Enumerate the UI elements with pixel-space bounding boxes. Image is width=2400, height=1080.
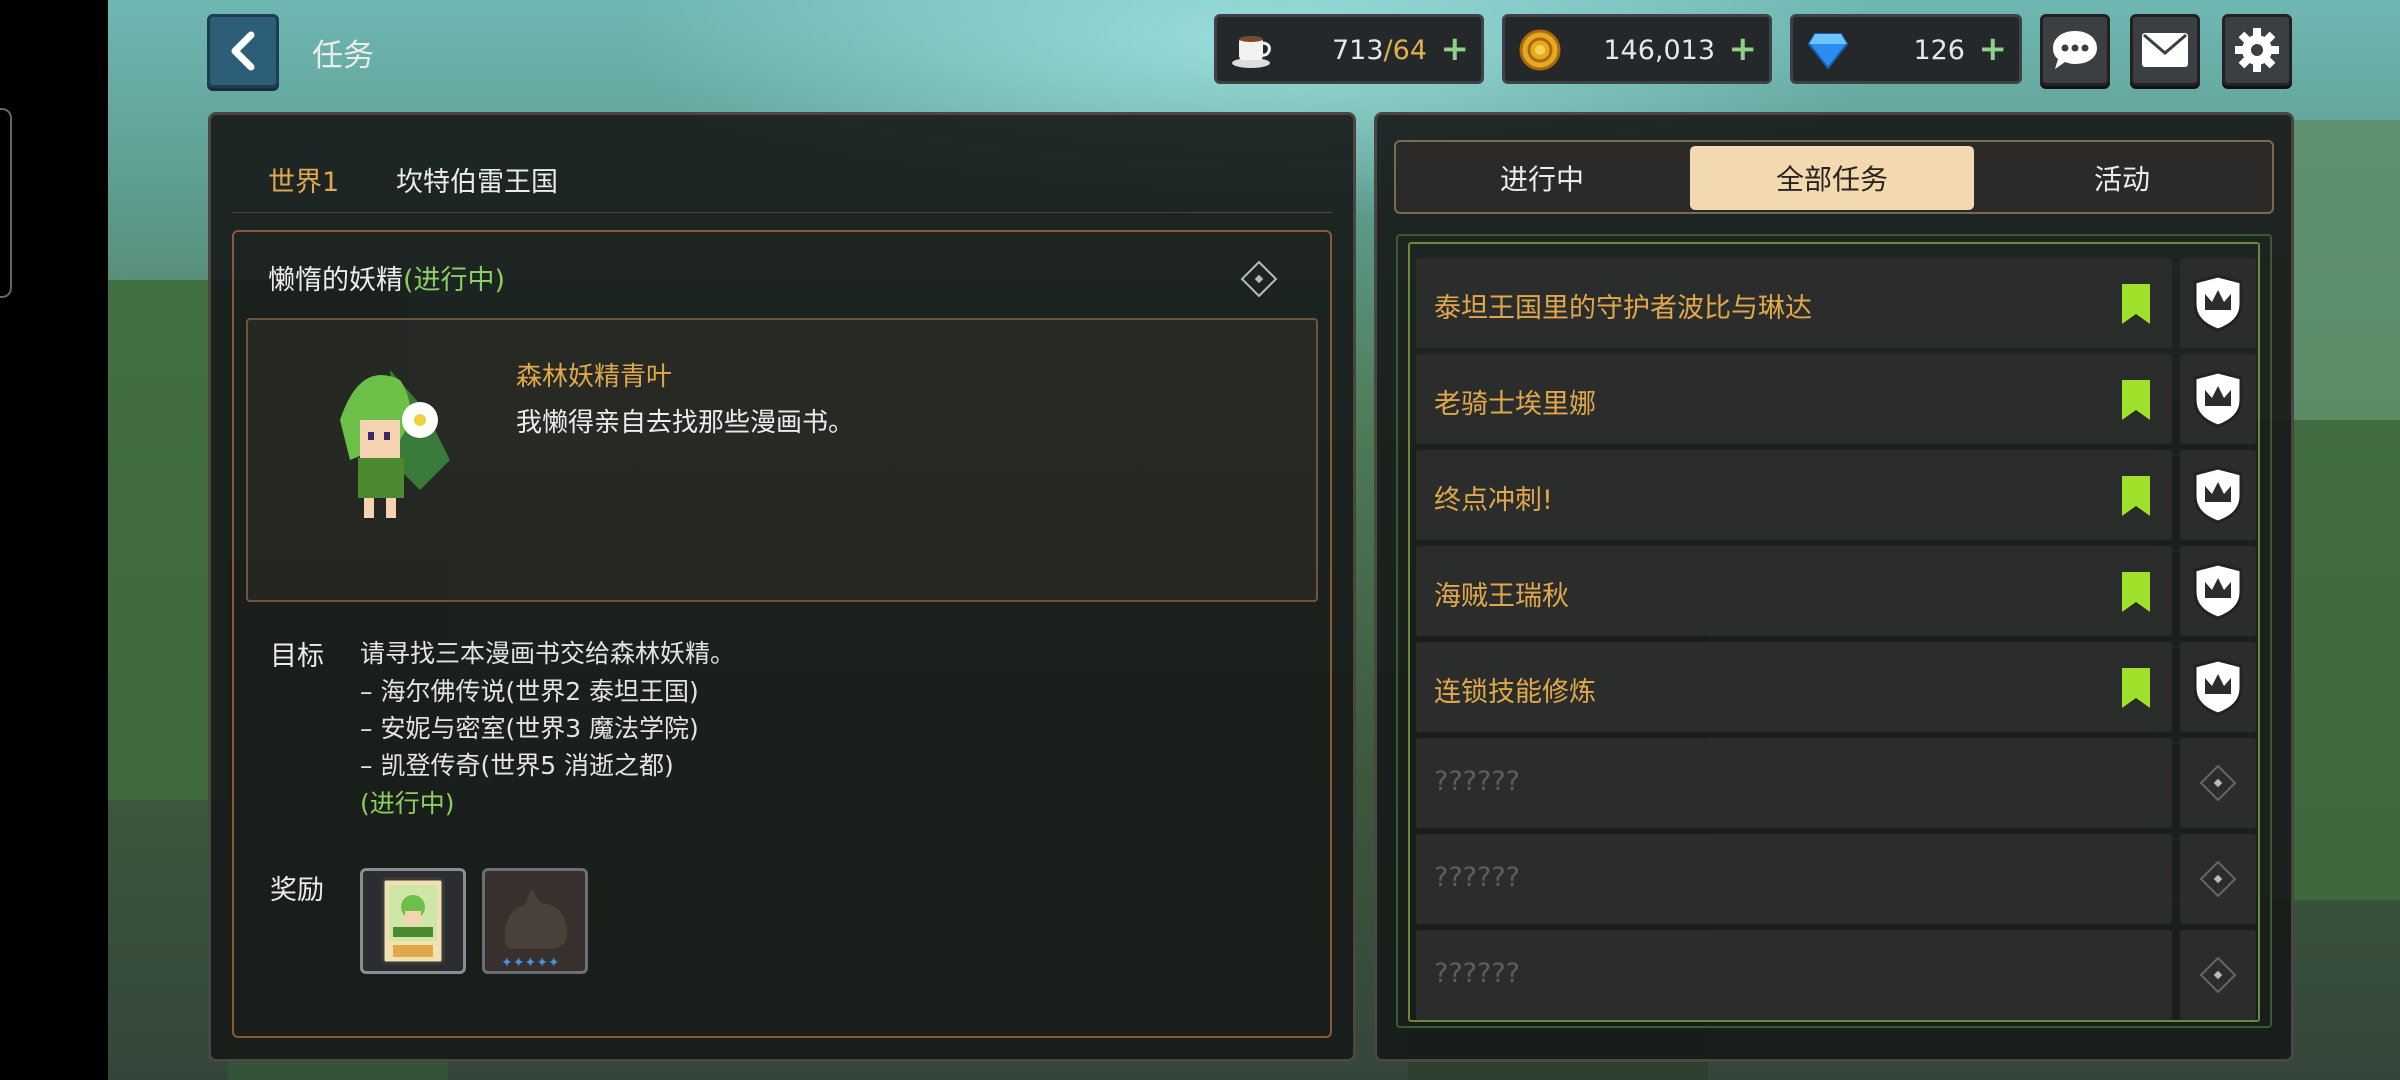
goal-line: – 海尔佛传说(世界2 泰坦王国) [360,677,699,706]
gem-counter: 126 + [1790,14,2022,84]
locate-button[interactable] [2180,738,2256,828]
npc-dialogue: 我懒得亲自去找那些漫画书。 [516,408,855,438]
crown-shield-button[interactable] [2180,258,2256,348]
bookmark-icon [2122,284,2150,324]
chevron-left-icon [231,31,255,71]
fairy-card-icon [381,877,445,965]
add-gold-button[interactable]: + [1729,31,1758,67]
back-button[interactable] [207,14,279,88]
gold-counter: 146,013 + [1502,14,1772,84]
bookmark-icon [2122,668,2150,708]
country-name: 坎特伯雷王国 [396,167,558,198]
locate-button[interactable] [2180,930,2256,1020]
tab-in-progress[interactable]: 进行中 [1400,146,1684,210]
side-handle[interactable] [0,108,12,298]
crown-shield-button[interactable] [2180,354,2256,444]
divider [232,212,1332,213]
quest-row-title: 泰坦王国里的守护者波比与琳达 [1434,293,1812,324]
quest-name: 懒惰的妖精 [268,265,403,296]
crown-shield-icon [2193,658,2243,716]
crown-shield-button[interactable] [2180,642,2256,732]
quest-row-title: ?????? [1434,958,1520,989]
goal-line: 请寻找三本漫画书交给森林妖精。 [360,639,736,668]
crown-shield-icon [2193,562,2243,620]
crown-shield-button[interactable] [2180,450,2256,540]
crown-shield-icon [2193,466,2243,524]
page-title: 任务 [312,38,374,74]
reward-label: 奖励 [270,875,324,906]
gem-value: 126 [1913,35,1965,66]
coffee-cup-icon [1229,27,1275,73]
quest-tabs: 进行中 全部任务 活动 [1394,140,2274,214]
bookmark-icon [2122,380,2150,420]
crown-shield-icon [2193,274,2243,332]
diamond-icon [2199,764,2237,802]
goal-line: – 安妮与密室(世界3 魔法学院) [360,714,699,743]
npc-name: 森林妖精青叶 [516,362,673,392]
mail-button[interactable] [2130,14,2200,86]
quest-row[interactable]: 泰坦王国里的守护者波比与琳达 [1416,258,2172,348]
gold-coin-icon [1517,27,1563,73]
tab-events[interactable]: 活动 [1980,146,2264,210]
stamina-max: /64 [1383,35,1427,66]
black-edge [0,0,108,1080]
quest-title: 懒惰的妖精(进行中) [268,258,505,297]
diamond-icon [2199,860,2237,898]
bookmark-icon [2122,476,2150,516]
goal-line: – 凯登传奇(世界5 消逝之都) [360,751,674,780]
locate-button[interactable] [2180,834,2256,924]
blue-gem-icon [1805,27,1851,73]
reward-card-item[interactable] [360,868,466,974]
quest-row[interactable]: 老骑士埃里娜 [1416,354,2172,444]
world-label: 世界1 [268,167,340,198]
quest-row-title: 终点冲刺! [1434,485,1553,516]
bookmark-icon [2122,572,2150,612]
reward-locked-item[interactable]: ✦✦✦✦✦ [482,868,588,974]
gold-value: 146,013 [1603,35,1715,66]
quest-row[interactable]: 终点冲刺! [1416,450,2172,540]
svg-text:✦✦✦✦✦: ✦✦✦✦✦ [501,955,560,971]
settings-button[interactable] [2222,14,2292,86]
quest-status: (进行中) [403,265,506,296]
quest-row-title: ?????? [1434,862,1520,893]
stamina-counter: 713/64 + [1214,14,1484,84]
pet-silhouette-icon: ✦✦✦✦✦ [501,889,568,971]
quest-row-title: 老骑士埃里娜 [1434,389,1596,420]
gear-icon [2235,28,2279,72]
quest-row-locked[interactable]: ?????? [1416,834,2172,924]
add-stamina-button[interactable]: + [1441,31,1470,67]
forest-fairy-sprite [330,350,460,530]
quest-row[interactable]: 连锁技能修炼 [1416,642,2172,732]
add-gems-button[interactable]: + [1979,31,2008,67]
goal-status: (进行中) [360,789,455,818]
crown-shield-icon [2193,370,2243,428]
crown-shield-button[interactable] [2180,546,2256,636]
chat-button[interactable] [2040,14,2110,86]
tab-all-quests[interactable]: 全部任务 [1690,146,1974,210]
quest-row-locked[interactable]: ?????? [1416,738,2172,828]
quest-row-title: 连锁技能修炼 [1434,677,1596,708]
goal-label: 目标 [270,641,324,672]
quest-row-title: ?????? [1434,766,1520,797]
game-screen: 任务 713/64 + 146,013 + 126 + 世界1 坎特伯雷王国 懒… [0,0,2400,1080]
diamond-icon [2199,956,2237,994]
stamina-current: 713 [1332,35,1384,66]
quest-row-title: 海贼王瑞秋 [1434,581,1569,612]
chat-bubble-icon [2053,31,2097,69]
quest-row[interactable]: 海贼王瑞秋 [1416,546,2172,636]
quest-row-locked[interactable]: ?????? [1416,930,2172,1020]
envelope-icon [2142,33,2188,67]
